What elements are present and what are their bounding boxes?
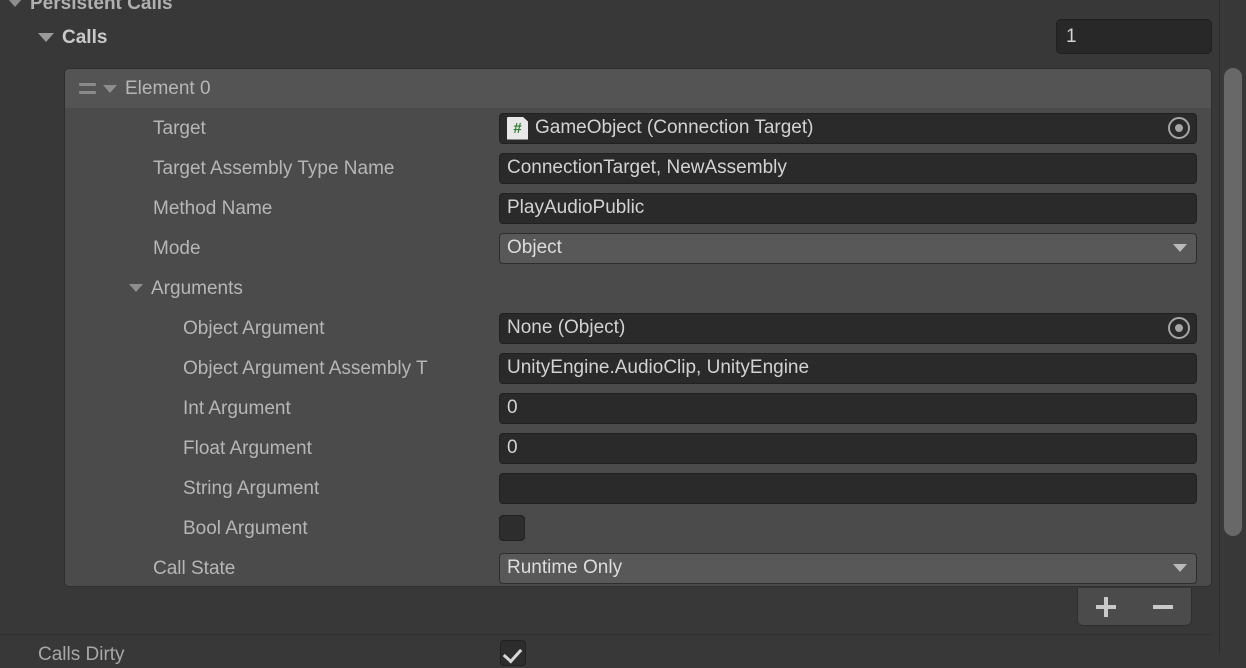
persistent-calls-label: Persistent Calls xyxy=(30,0,173,13)
method-name-input[interactable]: PlayAudioPublic xyxy=(499,192,1197,224)
chevron-down-icon[interactable] xyxy=(1173,564,1187,572)
row-calls-dirty: Calls Dirty xyxy=(0,640,1212,668)
target-object-field[interactable]: # GameObject (Connection Target) xyxy=(499,112,1197,144)
calls-dirty-checkbox[interactable] xyxy=(500,640,526,666)
divider xyxy=(0,634,1212,635)
array-size-value: 1 xyxy=(1066,25,1077,47)
method-name-label: Method Name xyxy=(153,198,273,218)
float-argument-label: Float Argument xyxy=(183,438,312,458)
bool-argument-checkbox[interactable] xyxy=(499,515,525,541)
element-0-label: Element 0 xyxy=(125,79,211,98)
bool-argument-label: Bool Argument xyxy=(183,518,308,538)
chevron-down-icon[interactable] xyxy=(1173,244,1187,252)
call-state-label: Call State xyxy=(153,558,236,578)
row-target: Target # GameObject (Connection Target) xyxy=(65,108,1211,148)
mode-value: Object xyxy=(507,237,562,258)
arguments-foldout-icon[interactable] xyxy=(129,284,143,292)
list-footer xyxy=(1077,588,1192,626)
vertical-scrollbar-track[interactable] xyxy=(1219,0,1246,654)
vertical-scrollbar-thumb[interactable] xyxy=(1224,68,1242,536)
persistent-calls-header[interactable]: Persistent Calls xyxy=(8,0,173,16)
persistent-calls-foldout-icon[interactable] xyxy=(8,0,22,7)
string-argument-label: String Argument xyxy=(183,478,320,498)
row-mode: Mode Object xyxy=(65,228,1211,268)
int-argument-label: Int Argument xyxy=(183,398,291,418)
object-argument-assembly-type-name-input[interactable]: UnityEngine.AudioClip, UnityEngine xyxy=(499,352,1197,384)
float-argument-input[interactable]: 0 xyxy=(499,432,1197,464)
arguments-label: Arguments xyxy=(151,278,243,298)
row-object-argument: Object Argument None (Object) xyxy=(65,308,1211,348)
row-string-argument: String Argument xyxy=(65,468,1211,508)
element-0-header[interactable]: Element 0 xyxy=(65,69,1211,108)
row-call-state: Call State Runtime Only xyxy=(65,548,1211,588)
string-argument-input[interactable] xyxy=(499,472,1197,504)
object-argument-assembly-type-name-value: UnityEngine.AudioClip, UnityEngine xyxy=(507,357,810,378)
gameobject-icon: # xyxy=(507,116,528,140)
int-argument-value: 0 xyxy=(507,397,518,418)
remove-element-button[interactable] xyxy=(1146,592,1180,622)
row-method-name: Method Name PlayAudioPublic xyxy=(65,188,1211,228)
object-argument-picker-icon[interactable] xyxy=(1168,317,1190,339)
calls-label: Calls xyxy=(62,27,108,47)
array-size-field[interactable]: 1 xyxy=(1056,19,1212,54)
mode-dropdown[interactable]: Object xyxy=(499,232,1197,264)
float-argument-value: 0 xyxy=(507,437,518,458)
row-float-argument: Float Argument 0 xyxy=(65,428,1211,468)
int-argument-input[interactable]: 0 xyxy=(499,392,1197,424)
target-assembly-type-name-input[interactable]: ConnectionTarget, NewAssembly xyxy=(499,152,1197,184)
target-label: Target xyxy=(153,118,206,138)
calls-header[interactable]: Calls xyxy=(38,20,107,54)
calls-foldout-icon[interactable] xyxy=(38,32,54,42)
row-arguments[interactable]: Arguments xyxy=(65,268,1211,308)
method-name-value: PlayAudioPublic xyxy=(507,197,645,218)
target-object-picker-icon[interactable] xyxy=(1168,117,1190,139)
call-state-dropdown[interactable]: Runtime Only xyxy=(499,552,1197,584)
target-assembly-type-name-value: ConnectionTarget, NewAssembly xyxy=(507,157,787,178)
mode-label: Mode xyxy=(153,238,201,258)
arguments-foldout[interactable]: Arguments xyxy=(129,279,243,298)
calls-dirty-label: Calls Dirty xyxy=(38,644,125,664)
row-target-assembly-type-name: Target Assembly Type Name ConnectionTarg… xyxy=(65,148,1211,188)
call-state-value: Runtime Only xyxy=(507,557,623,578)
element-0-foldout-icon[interactable] xyxy=(103,84,117,93)
row-object-argument-assembly-type-name: Object Argument Assembly T UnityEngine.A… xyxy=(65,348,1211,388)
target-assembly-type-name-label: Target Assembly Type Name xyxy=(153,158,395,178)
row-int-argument: Int Argument 0 xyxy=(65,388,1211,428)
object-argument-label: Object Argument xyxy=(183,318,325,338)
row-bool-argument: Bool Argument xyxy=(65,508,1211,548)
object-argument-field[interactable]: None (Object) xyxy=(499,312,1197,344)
object-argument-assembly-type-name-label: Object Argument Assembly T xyxy=(183,358,428,378)
object-argument-value: None (Object) xyxy=(507,317,626,338)
target-value: GameObject (Connection Target) xyxy=(535,117,814,138)
add-element-button[interactable] xyxy=(1089,592,1123,622)
persistent-calls-list: Element 0 Target # GameObject (Connectio… xyxy=(64,68,1212,587)
unity-inspector-panel: Persistent Calls Calls 1 Element 0 Targe… xyxy=(0,0,1246,666)
drag-handle-icon[interactable] xyxy=(79,83,96,94)
